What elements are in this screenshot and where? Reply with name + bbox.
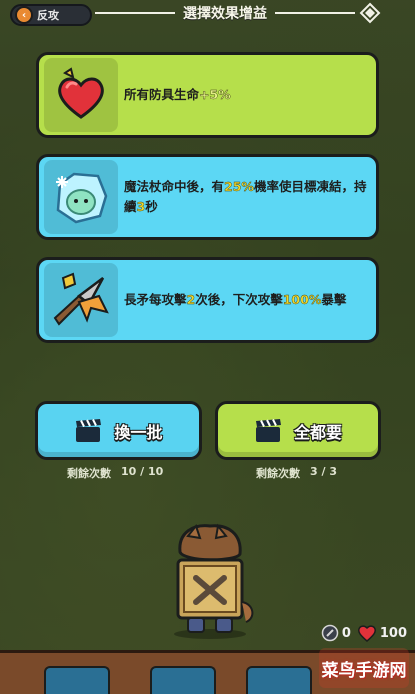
refresh-buffs-button[interactable]: 換一批 [35, 401, 202, 460]
clapperboard-icon [76, 418, 102, 442]
health-stat: 100 [357, 624, 407, 642]
title-left-line [95, 12, 175, 14]
remaining-value: 3 / 3 [310, 465, 337, 478]
health-value: 100 [379, 625, 407, 641]
back-button[interactable]: ‹ 反攻 [10, 4, 92, 26]
refresh-label: 換一批 [114, 422, 163, 442]
shield-icon [321, 624, 339, 642]
back-arrow-icon: ‹ [15, 6, 33, 24]
remaining-label: 剩餘次數 [67, 467, 111, 480]
remaining-label: 剩餘次數 [256, 467, 300, 480]
back-label: 反攻 [37, 9, 59, 22]
remaining-value: 10 / 10 [121, 465, 164, 478]
buff-text: 魔法杖命中後，有25%機率使目標凍結，持續3秒 [124, 179, 367, 214]
remaining-count-refresh: 剩餘次數 10 / 10 [67, 465, 163, 481]
bottom-slot[interactable] [44, 666, 110, 694]
clapperboard-icon [255, 418, 281, 442]
heart-icon [44, 58, 118, 132]
buff-card-spear-crit[interactable]: 長矛每攻擊2次後，下次攻擊100%暴擊 [36, 257, 379, 343]
buff-text: 所有防具生命+5% [124, 87, 231, 102]
player-stats: 0 100 [321, 624, 407, 642]
title-right-line [275, 12, 355, 14]
take-all-label: 全都要 [293, 422, 342, 442]
take-all-button[interactable]: 全都要 [215, 401, 381, 460]
shield-stat: 0 [321, 624, 351, 642]
spear-icon [44, 263, 118, 337]
title-bar: 選擇效果增益 [95, 0, 355, 26]
shield-value: 0 [341, 625, 351, 641]
bottom-slot[interactable] [246, 666, 312, 694]
buff-card-armor-hp[interactable]: 所有防具生命+5% [36, 52, 379, 138]
buff-card-freeze[interactable]: 魔法杖命中後，有25%機率使目標凍結，持續3秒 [36, 154, 379, 240]
heart-icon [357, 625, 376, 642]
diamond-ornament-icon [359, 2, 381, 24]
frozen-slime-icon [44, 160, 118, 234]
site-watermark: 菜鸟手游网 [319, 648, 409, 688]
bottom-slot[interactable] [150, 666, 216, 694]
page-title: 選擇效果增益 [183, 6, 267, 22]
buff-text: 長矛每攻擊2次後，下次攻擊100%暴擊 [124, 292, 347, 307]
remaining-count-take-all: 剩餘次數 3 / 3 [256, 465, 337, 481]
player-character [160, 522, 260, 640]
